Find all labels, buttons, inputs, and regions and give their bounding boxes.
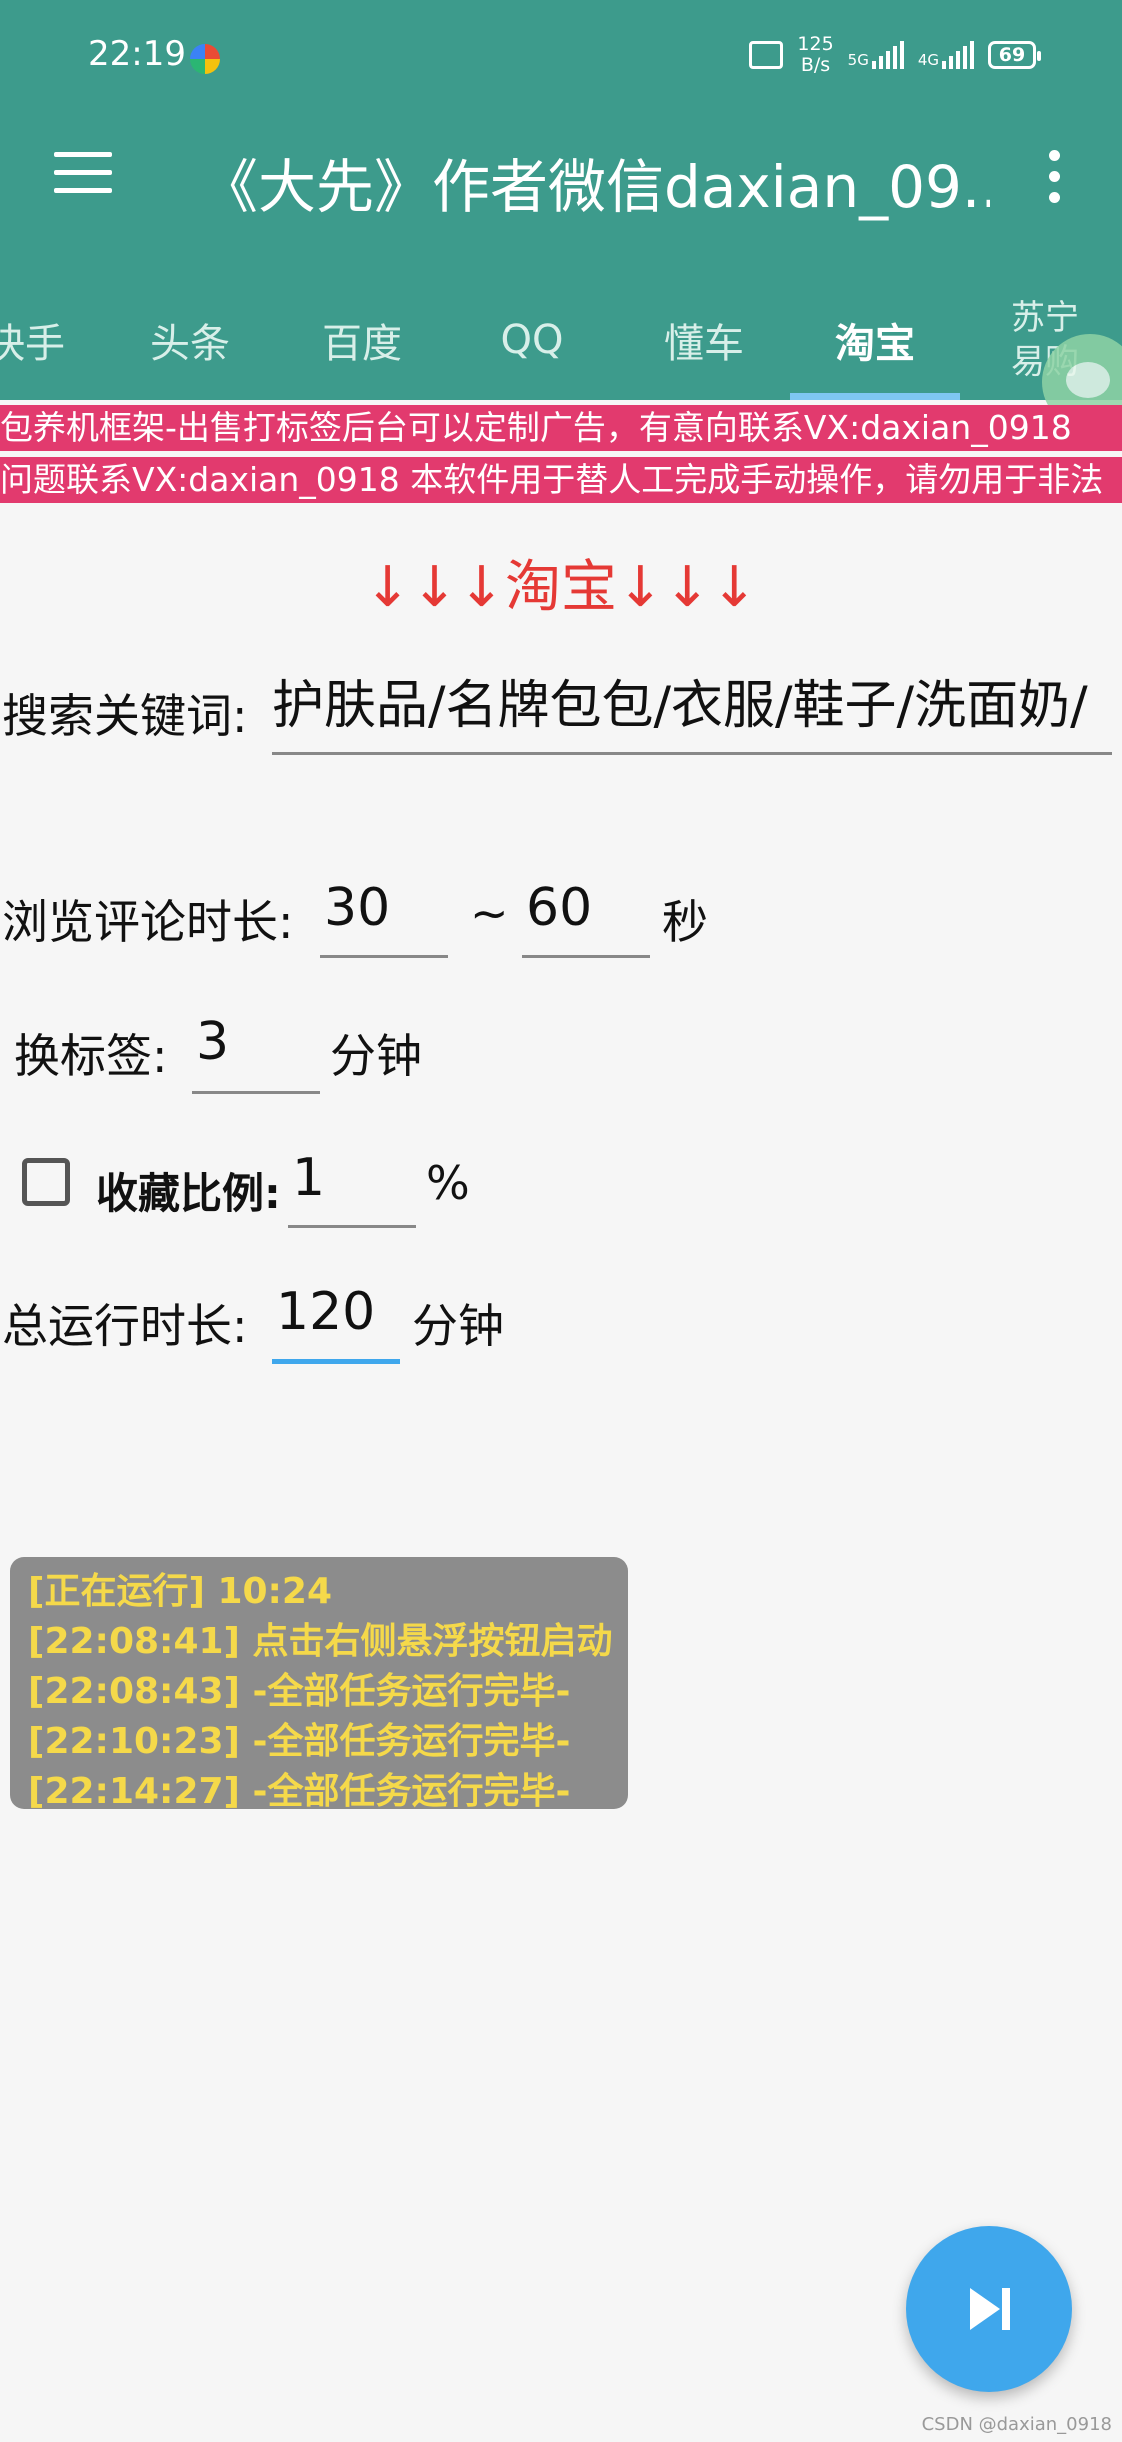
favorite-ratio-input[interactable]: 1 bbox=[288, 1148, 416, 1228]
total-runtime-input[interactable]: 120 bbox=[272, 1282, 400, 1364]
section-title: ↓↓↓淘宝↓↓↓ bbox=[364, 555, 758, 620]
browse-min-input[interactable]: 30 bbox=[320, 878, 448, 958]
network-speed: 125 B/s bbox=[797, 34, 833, 76]
tab-suning-line1: 苏宁 bbox=[1011, 298, 1079, 338]
tab-dongche[interactable]: 懂车 bbox=[644, 280, 764, 400]
favorite-checkbox[interactable] bbox=[22, 1158, 70, 1206]
tab-qq[interactable]: QQ bbox=[472, 280, 592, 400]
menu-icon[interactable] bbox=[54, 152, 112, 194]
log-line: [22:14:27] -全部任务运行完毕- bbox=[28, 1771, 571, 1812]
favorite-ratio-label: 收藏比例: bbox=[96, 1169, 281, 1218]
watermark: CSDN @daxian_0918 bbox=[921, 2414, 1112, 2435]
signal-4g-label: 4G bbox=[917, 51, 939, 69]
log-line: [22:08:43] -全部任务运行完毕- bbox=[28, 1671, 571, 1712]
app-bar: 22:19 125 B/s 5G 4G 69 《大先》作者微信daxian_09… bbox=[0, 0, 1122, 400]
skip-next-bar bbox=[1002, 2288, 1010, 2330]
switch-tag-input[interactable]: 3 bbox=[192, 1012, 320, 1094]
battery-icon: 69 bbox=[988, 41, 1041, 69]
marquee-banner-1: 包养机框架-出售打标签后台可以定制广告，有意向联系VX:daxian_0918 bbox=[0, 405, 1122, 451]
log-line: [22:10:23] -全部任务运行完毕- bbox=[28, 1721, 571, 1762]
log-panel: [正在运行] 10:24 [22:08:41] 点击右侧悬浮按钮启动 [22:0… bbox=[10, 1557, 628, 1812]
status-icons: 125 B/s 5G 4G 69 bbox=[749, 34, 1041, 76]
switch-tag-unit: 分钟 bbox=[330, 1029, 422, 1083]
signal-5g-icon: 5G bbox=[848, 41, 904, 69]
tab-kuaishou[interactable]: 快手 bbox=[0, 280, 80, 400]
keyword-input[interactable]: 护肤品/名牌包包/衣服/鞋子/洗面奶/ bbox=[272, 670, 1112, 755]
tab-toutiao[interactable]: 头条 bbox=[130, 280, 250, 400]
log-line: [正在运行] 10:24 bbox=[28, 1571, 333, 1612]
tab-baidu[interactable]: 百度 bbox=[302, 280, 422, 400]
tab-bar: 快手 头条 百度 QQ 懂车 淘宝 苏宁易购 bbox=[0, 280, 1122, 400]
browse-unit: 秒 bbox=[662, 895, 708, 949]
browse-duration-label: 浏览评论时长: bbox=[2, 895, 294, 949]
browse-max-input[interactable]: 60 bbox=[522, 878, 650, 958]
tab-taobao[interactable]: 淘宝 bbox=[815, 280, 935, 400]
keyword-label: 搜索关键词: bbox=[2, 689, 248, 743]
start-fab-button[interactable] bbox=[906, 2226, 1072, 2392]
network-speed-value: 125 bbox=[797, 33, 834, 55]
more-options-icon[interactable] bbox=[1046, 150, 1062, 213]
network-speed-unit: B/s bbox=[800, 54, 831, 76]
total-runtime-label: 总运行时长: bbox=[2, 1299, 248, 1353]
status-time: 22:19 bbox=[88, 34, 186, 74]
signal-4g-icon: 4G bbox=[918, 41, 974, 69]
signal-5g-label: 5G bbox=[847, 51, 869, 69]
marquee-banner-2: 问题联系VX:daxian_0918 本软件用于替人工完成手动操作，请勿用于非法 bbox=[0, 457, 1122, 503]
total-runtime-unit: 分钟 bbox=[412, 1299, 504, 1353]
tab-indicator bbox=[790, 393, 960, 400]
skip-next-icon bbox=[970, 2288, 1000, 2330]
browse-separator: ~ bbox=[470, 886, 509, 940]
app-notification-icon bbox=[190, 44, 220, 74]
log-line: [22:08:41] 点击右侧悬浮按钮启动 bbox=[28, 1621, 613, 1662]
switch-tag-label: 换标签: bbox=[14, 1029, 168, 1083]
cast-icon bbox=[749, 41, 784, 69]
app-title: 《大先》作者微信daxian_09... bbox=[200, 153, 990, 221]
favorite-ratio-unit: % bbox=[426, 1156, 470, 1210]
